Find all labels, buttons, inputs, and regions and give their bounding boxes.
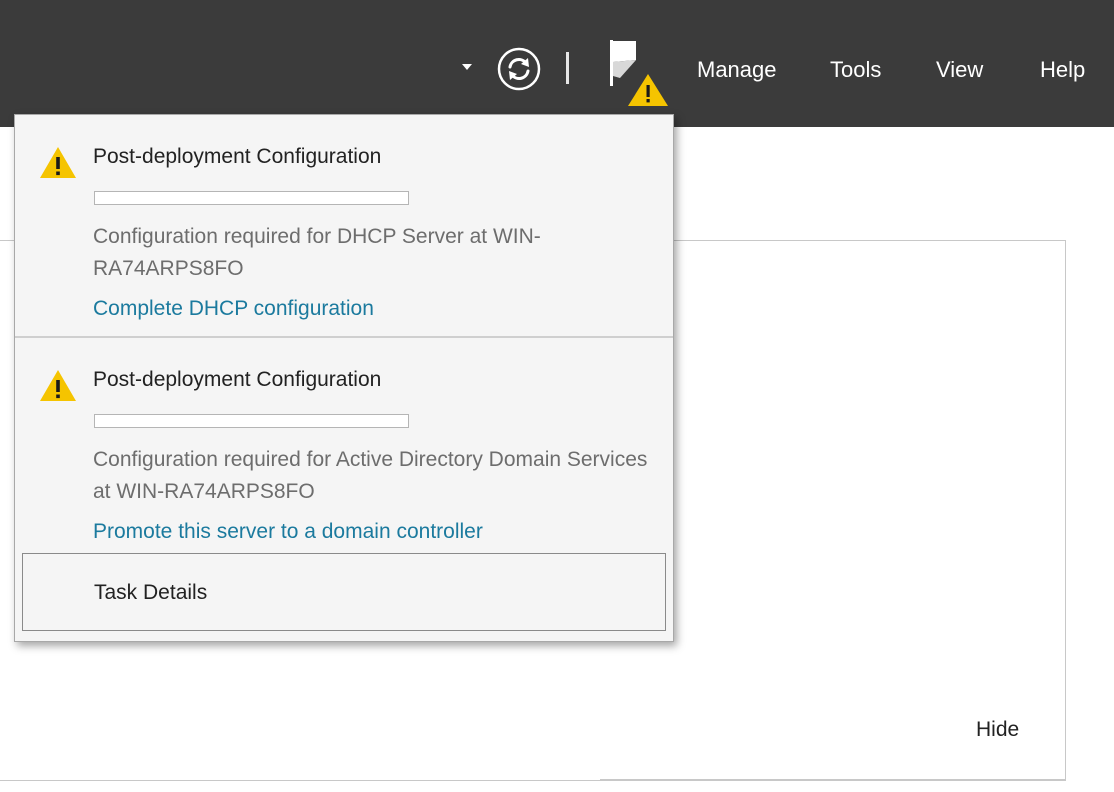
notification-title: Post-deployment Configuration [93,145,382,168]
promote-domain-controller-link[interactable]: Promote this server to a domain controll… [93,518,483,546]
progress-bar [94,191,409,205]
menu-help[interactable]: Help [1040,56,1085,84]
menu-view[interactable]: View [936,56,983,84]
notification-title: Post-deployment Configuration [93,368,382,391]
warning-icon [40,147,76,178]
notification-description: Configuration required for DHCP Server a… [93,225,541,280]
top-toolbar: Manage Tools View Help [0,0,1114,127]
menu-manage[interactable]: Manage [697,56,777,84]
task-details-button[interactable]: Task Details [22,553,666,631]
warning-icon [40,370,76,401]
notifications-popup: Post-deployment Configuration Configurat… [14,114,674,642]
background-bottom-border [0,780,1066,781]
complete-dhcp-configuration-link[interactable]: Complete DHCP configuration [93,295,374,323]
task-details-label: Task Details [94,581,208,604]
refresh-icon[interactable] [495,45,543,93]
progress-bar [94,414,409,428]
notification-description: Configuration required for Active Direct… [93,448,648,503]
server-manager-window: Manage Tools View Help Hide Post-deploym… [0,0,1114,792]
chevron-down-icon[interactable] [462,64,472,70]
hide-link[interactable]: Hide [976,716,1019,744]
menu-tools[interactable]: Tools [830,56,881,84]
notification-divider [15,336,673,338]
toolbar-separator [566,52,569,84]
flag-warning-icon[interactable] [608,38,670,108]
